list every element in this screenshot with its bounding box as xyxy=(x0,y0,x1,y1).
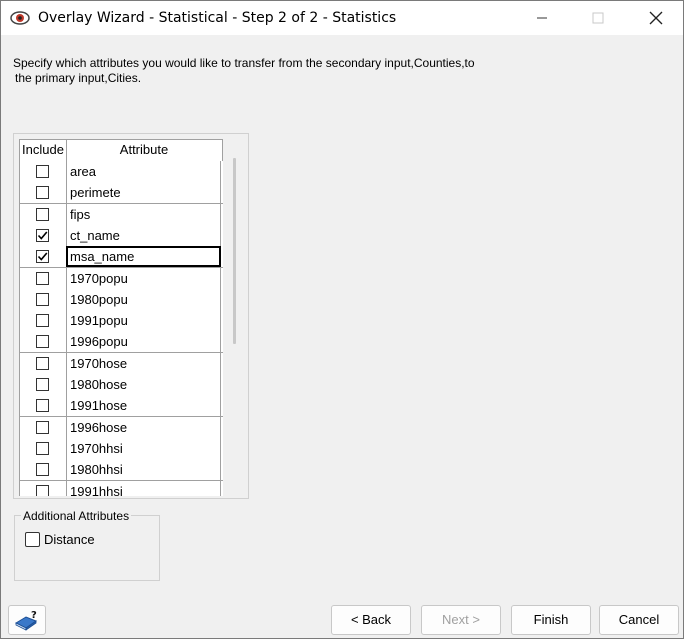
instructions-text: Specify which attributes you would like … xyxy=(13,56,573,86)
include-checkbox[interactable] xyxy=(36,399,49,413)
table-row[interactable]: 1991hhsi xyxy=(19,480,223,496)
attribute-cell[interactable]: fips xyxy=(66,203,221,225)
table-row[interactable]: 1970hhsi xyxy=(19,437,223,460)
table-row[interactable]: 1991popu xyxy=(19,310,223,333)
include-checkbox[interactable] xyxy=(36,271,49,285)
maximize-icon xyxy=(592,12,604,24)
include-checkbox[interactable] xyxy=(36,441,49,455)
window-title: Overlay Wizard - Statistical - Step 2 of… xyxy=(38,10,397,26)
table-row[interactable]: 1970popu xyxy=(19,267,223,290)
include-checkbox[interactable] xyxy=(36,314,49,328)
distance-checkbox[interactable] xyxy=(25,532,40,547)
include-cell xyxy=(19,310,67,332)
table-row[interactable]: 1980hhsi xyxy=(19,459,223,482)
attribute-cell[interactable]: 1991hhsi xyxy=(66,480,221,496)
grid-scrollbar[interactable] xyxy=(233,158,236,344)
cancel-button[interactable]: Cancel xyxy=(599,605,679,635)
include-cell xyxy=(19,480,67,496)
attribute-column-header[interactable]: Attribute xyxy=(66,140,223,161)
include-cell xyxy=(19,459,67,481)
include-cell xyxy=(19,267,67,289)
table-row[interactable]: 1970hose xyxy=(19,352,223,375)
back-button[interactable]: < Back xyxy=(331,605,411,635)
attribute-cell[interactable]: perimete xyxy=(66,182,221,204)
instructions-line-2: the primary input,Cities. xyxy=(15,71,142,85)
checkmark-icon xyxy=(37,231,48,240)
include-checkbox[interactable] xyxy=(36,250,49,264)
distance-label[interactable]: Distance xyxy=(44,532,95,547)
grid-header: Include Attribute xyxy=(19,139,223,162)
attribute-cell[interactable]: 1970hose xyxy=(66,352,221,374)
include-checkbox[interactable] xyxy=(36,186,49,200)
attribute-grid[interactable]: Include Attribute area perimete fips ct_nam… xyxy=(19,139,223,496)
minimize-button[interactable] xyxy=(519,1,565,35)
wizard-window: Overlay Wizard - Statistical - Step 2 of… xyxy=(0,0,684,639)
next-button: Next > xyxy=(421,605,501,635)
attribute-cell[interactable]: 1996hose xyxy=(66,416,221,438)
table-row[interactable]: 1996popu xyxy=(19,331,223,354)
include-cell xyxy=(19,246,67,268)
include-cell xyxy=(19,182,67,204)
include-checkbox[interactable] xyxy=(36,228,49,242)
include-cell xyxy=(19,437,67,459)
title-bar: Overlay Wizard - Statistical - Step 2 of… xyxy=(1,1,683,35)
minimize-icon xyxy=(537,17,547,19)
include-cell xyxy=(19,288,67,310)
attribute-grid-frame: Include Attribute area perimete fips ct_nam… xyxy=(13,133,249,499)
include-cell xyxy=(19,352,67,374)
finish-button[interactable]: Finish xyxy=(511,605,591,635)
include-cell xyxy=(19,203,67,225)
attribute-cell[interactable]: 1980hhsi xyxy=(66,459,221,481)
include-checkbox[interactable] xyxy=(36,165,49,178)
include-checkbox[interactable] xyxy=(36,484,49,496)
table-row[interactable]: msa_name xyxy=(19,246,223,269)
instructions-line-1: Specify which attributes you would like … xyxy=(13,56,475,70)
include-checkbox[interactable] xyxy=(36,292,49,306)
table-row[interactable]: 1991hose xyxy=(19,395,223,418)
include-cell xyxy=(19,395,67,417)
table-row[interactable]: fips xyxy=(19,203,223,226)
include-checkbox[interactable] xyxy=(36,420,49,434)
include-cell xyxy=(19,416,67,438)
additional-attributes-title: Additional Attributes xyxy=(21,509,132,523)
include-checkbox[interactable] xyxy=(36,335,49,349)
table-row[interactable]: 1980popu xyxy=(19,288,223,311)
table-row[interactable]: 1996hose xyxy=(19,416,223,439)
table-row[interactable]: area xyxy=(19,161,223,183)
close-icon xyxy=(649,11,663,25)
attribute-cell[interactable]: ct_name xyxy=(66,224,221,246)
svg-text:?: ? xyxy=(31,610,37,621)
help-book-icon: ? xyxy=(14,610,38,631)
include-checkbox[interactable] xyxy=(36,463,49,477)
eye-icon xyxy=(10,11,30,25)
include-cell xyxy=(19,224,67,246)
include-cell xyxy=(19,374,67,395)
table-row[interactable]: perimete xyxy=(19,182,223,205)
additional-attributes-group xyxy=(14,515,160,581)
maximize-button xyxy=(575,1,621,35)
table-row[interactable]: 1980hose xyxy=(19,374,223,396)
attribute-cell[interactable]: area xyxy=(66,161,221,182)
table-row[interactable]: ct_name xyxy=(19,224,223,247)
checkmark-icon xyxy=(37,252,48,261)
attribute-cell[interactable]: 1991hose xyxy=(66,395,221,417)
attribute-cell[interactable]: 1970hhsi xyxy=(66,437,221,459)
help-button[interactable]: ? xyxy=(8,605,46,635)
include-checkbox[interactable] xyxy=(36,207,49,221)
attribute-cell[interactable]: 1980popu xyxy=(66,288,221,310)
attribute-cell[interactable]: 1970popu xyxy=(66,267,221,289)
include-checkbox[interactable] xyxy=(36,378,49,391)
attribute-cell[interactable]: 1991popu xyxy=(66,310,221,332)
include-column-header[interactable]: Include xyxy=(19,140,67,161)
attribute-cell[interactable]: msa_name xyxy=(66,246,221,268)
include-cell xyxy=(19,331,67,353)
include-checkbox[interactable] xyxy=(36,356,49,370)
attribute-cell[interactable]: 1980hose xyxy=(66,374,221,395)
attribute-cell[interactable]: 1996popu xyxy=(66,331,221,353)
include-cell xyxy=(19,161,67,182)
close-button[interactable] xyxy=(633,1,679,35)
